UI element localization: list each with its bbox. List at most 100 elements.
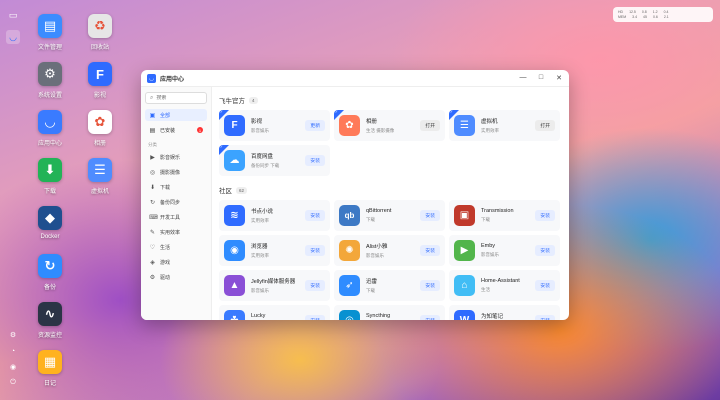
install-button[interactable]: 安装 (305, 315, 325, 320)
status-value: 0.8 (641, 10, 647, 14)
app-center-icon[interactable]: ◡ (6, 30, 20, 44)
install-button[interactable]: 安装 (535, 280, 555, 291)
app-card[interactable]: ⌂ Home-Assistant 生活 安装 (449, 270, 560, 301)
desktop-icon-monitor[interactable]: ∿ 资源监控 (28, 302, 72, 339)
category-icon: ♡ (149, 245, 156, 251)
status-row: HD 12.5 0.8 1.2 0.4 (618, 10, 708, 14)
desktop-icon-app-center[interactable]: ◡ 应用中心 (28, 110, 72, 147)
minimize-button[interactable]: — (519, 74, 527, 82)
app-card[interactable]: ➶ 迅雷 下载 安装 (334, 270, 445, 301)
category-item-开发工具[interactable]: ⌨ 开发工具 (145, 211, 207, 224)
open-button[interactable]: 打开 (420, 120, 440, 131)
window-titlebar[interactable]: ◡ 应用中心 — □ ✕ (141, 70, 569, 87)
category-icon: ⬇ (149, 185, 156, 191)
jellyfin-icon: ▲ (224, 275, 245, 296)
app-card[interactable]: ☘ Lucky实用效率 安装 (219, 305, 330, 320)
status-value: 2.1 (663, 15, 669, 19)
app-center-logo-icon: ◡ (147, 73, 156, 83)
app-card[interactable]: ✓ ☁ 百度网盘 备份同步 下载 安装 (219, 145, 330, 176)
install-button[interactable]: 安装 (305, 280, 325, 291)
thunder-icon: ➶ (339, 275, 360, 296)
desktop-icon-folder[interactable]: ▤ 文件管理 (28, 14, 72, 51)
qbittorrent-icon: qb (339, 205, 360, 226)
desktop-icon-photos[interactable]: ✿ 相册 (78, 110, 122, 147)
app-name: Jellyfin媒体服务器 (251, 279, 296, 285)
install-button[interactable]: 安装 (305, 210, 325, 221)
desktop-icon-label: 备份 (43, 285, 56, 291)
install-button[interactable]: 安装 (420, 210, 440, 221)
app-card[interactable]: ✺ Alist小雅 影音娱乐 安装 (334, 235, 445, 266)
app-card[interactable]: ✓ ✿ 相册 生活 摄影摄像 打开 (334, 110, 445, 141)
category-item-摄影摄像[interactable]: ◎ 摄影摄像 (145, 166, 207, 179)
app-card[interactable]: ◉ 浏览器 实用效率 安装 (219, 235, 330, 266)
category-item-影音娱乐[interactable]: ▶ 影音娱乐 (145, 151, 207, 164)
nav-categories: ▶ 影音娱乐 ◎ 摄影摄像 ⬇ 下载 ↻ 备份同步 ⌨ 开发工具 ✎ 实用效率 ♡ 生活 ◈ 游戏 ⚙ 驱动 (145, 151, 207, 284)
app-category: 影音娱乐 (251, 288, 269, 293)
install-button[interactable]: 安装 (420, 315, 440, 320)
install-button[interactable]: 安装 (420, 245, 440, 256)
search-box[interactable]: ⌕ (145, 92, 207, 104)
desktop-icon-movie[interactable]: F 影视 (78, 62, 122, 99)
window-title: 应用中心 (160, 76, 185, 83)
notification-icon[interactable]: ◔ (8, 346, 18, 356)
nav-item-已安装[interactable]: ▤ 已安装 1 (145, 124, 207, 136)
install-button[interactable]: 安装 (535, 245, 555, 256)
category-item-游戏[interactable]: ◈ 游戏 (145, 256, 207, 269)
category-item-实用效率[interactable]: ✎ 实用效率 (145, 226, 207, 239)
close-button[interactable]: ✕ (555, 74, 563, 82)
app-grid: ≋ 书点小说 实用效率 安装 qb qBittorrent 下载 安装 ▣ Transmissio… (219, 200, 562, 320)
app-info: 浏览器 实用效率 (251, 242, 299, 259)
app-card[interactable]: ▲ Jellyfin媒体服务器 影音娱乐 安装 (219, 270, 330, 301)
install-button[interactable]: 安装 (535, 210, 555, 221)
category-icon: ⚙ (149, 275, 156, 281)
install-button[interactable]: 安装 (535, 315, 555, 320)
maximize-button[interactable]: □ (537, 74, 545, 82)
install-button[interactable]: 安装 (420, 280, 440, 291)
update-button[interactable]: 更新 (305, 120, 325, 131)
notification-badge: 1 (197, 127, 203, 133)
app-card[interactable]: qb qBittorrent 下载 安装 (334, 200, 445, 231)
desktop-icon-label: 文件管理 (37, 45, 62, 51)
category-item-下载[interactable]: ⬇ 下载 (145, 181, 207, 194)
category-label: 下载 (160, 185, 171, 191)
category-icon: ◎ (149, 170, 156, 176)
desktop-icon-backup[interactable]: ↻ 备份 (28, 254, 72, 291)
section-count: 4 (249, 96, 258, 104)
desktop-icon-download[interactable]: ⬇ 下载 (28, 158, 72, 195)
app-category: 影音娱乐 (481, 252, 499, 257)
power-icon[interactable]: ⏻ (8, 378, 18, 388)
open-button[interactable]: 打开 (535, 120, 555, 131)
settings-icon[interactable]: ⚙ (8, 330, 18, 340)
app-name: 书点小说 (251, 209, 274, 215)
desktop-icon-docker[interactable]: ◆ Docker (28, 206, 72, 240)
app-category: 实用效率 (251, 218, 269, 223)
app-card[interactable]: ✓ ☰ 虚拟机 实用效率 打开 (449, 110, 560, 141)
desktop-icon-vm[interactable]: ☰ 虚拟机 (78, 158, 122, 195)
app-card[interactable]: ▶ Emby 影音娱乐 安装 (449, 235, 560, 266)
status-row: MEM 3.4 45 0.6 2.1 (618, 15, 708, 19)
app-card[interactable]: ▣ Transmission 下载 安装 (449, 200, 560, 231)
app-card[interactable]: ◎ Syncthing备份同步 安装 (334, 305, 445, 320)
system-status-widget: HD 12.5 0.8 1.2 0.4 MEM 3.4 45 0.6 2.1 (613, 7, 713, 22)
nav-item-全部[interactable]: ▣ 全部 (145, 109, 207, 121)
gear-icon: ⚙ (38, 62, 62, 86)
install-button[interactable]: 安装 (305, 245, 325, 256)
install-button[interactable]: 安装 (305, 155, 325, 166)
category-item-备份同步[interactable]: ↻ 备份同步 (145, 196, 207, 209)
category-item-生活[interactable]: ♡ 生活 (145, 241, 207, 254)
desktop-icon-recycle-bin[interactable]: ♻ 回收站 (78, 14, 122, 51)
app-card[interactable]: W 为知笔记实用效率 安装 (449, 305, 560, 320)
desktop-icon[interactable]: ▭ (6, 8, 20, 22)
app-name: Home-Assistant (481, 278, 520, 284)
category-item-驱动[interactable]: ⚙ 驱动 (145, 271, 207, 284)
alist-icon: ✺ (339, 240, 360, 261)
app-info: qBittorrent 下载 (366, 208, 414, 223)
app-card[interactable]: ✓ F 影视 影音娱乐 更新 (219, 110, 330, 141)
app-card[interactable]: ≋ 书点小说 实用效率 安装 (219, 200, 330, 231)
user-icon[interactable]: ◉ (8, 362, 18, 372)
desktop-icon-gear[interactable]: ⚙ 系统设置 (28, 62, 72, 99)
desktop-icon-notes[interactable]: ▦ 日记 (28, 350, 72, 387)
app-info: Jellyfin媒体服务器 影音娱乐 (251, 277, 299, 294)
search-input[interactable] (156, 95, 207, 101)
left-dock: ▭ ◡ (2, 8, 24, 44)
